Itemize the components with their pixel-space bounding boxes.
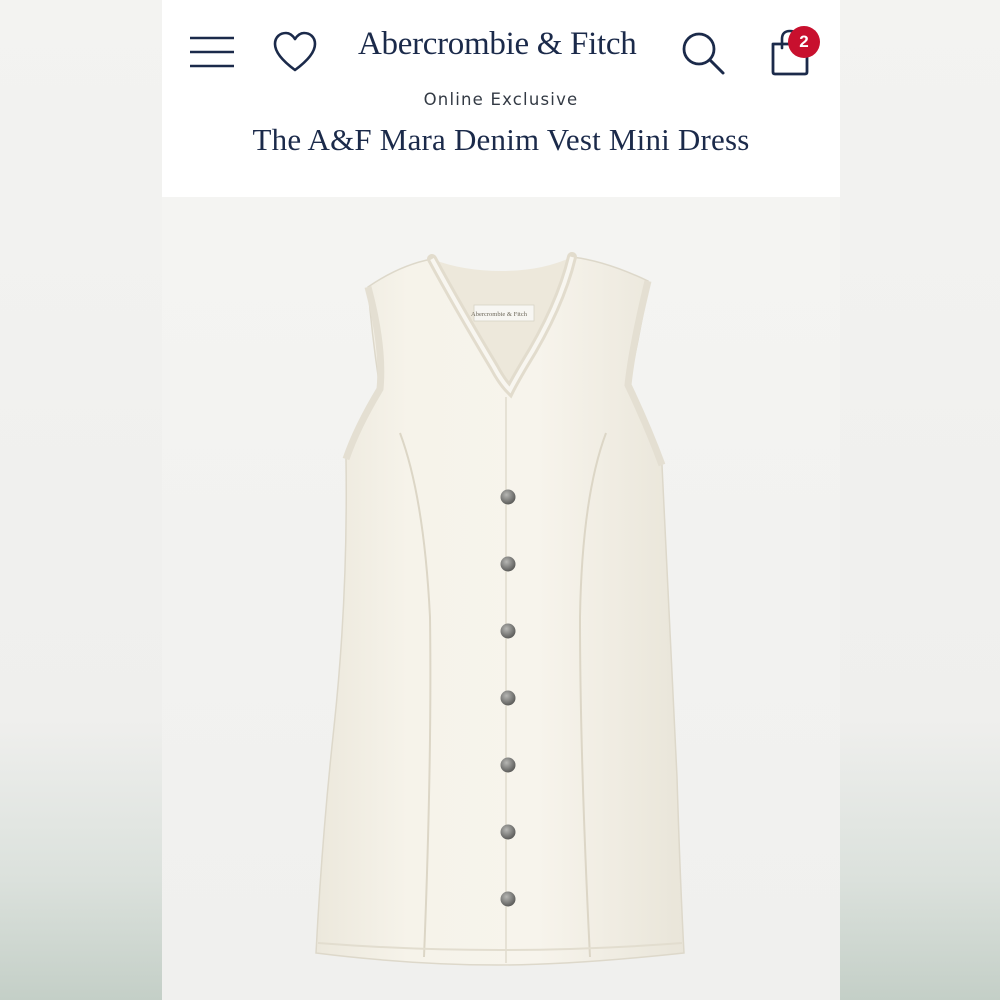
brand-tag-text: Abercrombie & Fitch xyxy=(471,311,528,318)
menu-icon[interactable] xyxy=(188,32,236,72)
site-header: Abercrombie & Fitch 2 Online Exclusive T… xyxy=(162,0,840,197)
heart-icon[interactable] xyxy=(272,30,318,76)
product-title: The A&F Mara Denim Vest Mini Dress xyxy=(252,122,750,157)
dress-button xyxy=(500,824,516,840)
right-background-blur xyxy=(840,0,1000,1000)
dress-button xyxy=(500,690,516,706)
left-background-blur xyxy=(0,0,162,1000)
dress-button xyxy=(500,891,516,907)
brand-logo[interactable]: Abercrombie & Fitch xyxy=(358,26,644,70)
online-exclusive-label: Online Exclusive xyxy=(423,90,579,109)
dress-button xyxy=(500,489,516,505)
dress-button xyxy=(500,757,516,773)
search-icon[interactable] xyxy=(680,30,726,76)
product-image-dress[interactable]: Abercrombie & Fitch xyxy=(162,197,840,1000)
dress-button xyxy=(500,623,516,639)
cart-count-badge[interactable]: 2 xyxy=(788,26,820,58)
phone-screen: Abercrombie & Fitch 2 Online Exclusive T… xyxy=(162,0,840,1000)
dress-button xyxy=(500,556,516,572)
